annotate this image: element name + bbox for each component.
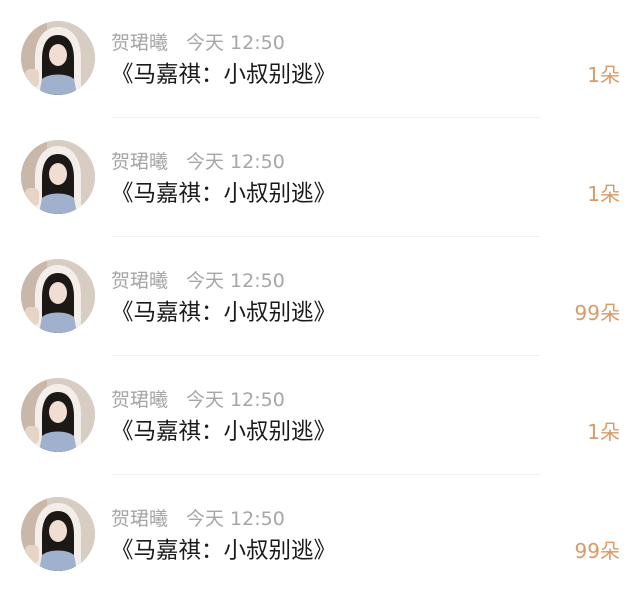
record-meta: 贺珺曦 今天 12:50: [111, 504, 285, 530]
avatar[interactable]: [21, 140, 95, 214]
divider: [111, 474, 540, 475]
record-meta: 贺珺曦 今天 12:50: [111, 266, 285, 292]
timestamp: 今天 12:50: [186, 150, 285, 173]
avatar[interactable]: [21, 21, 95, 95]
divider: [111, 117, 540, 118]
divider: [111, 236, 540, 237]
username[interactable]: 贺珺曦: [111, 504, 168, 531]
record-meta: 贺珺曦 今天 12:50: [111, 147, 285, 173]
username[interactable]: 贺珺曦: [111, 266, 168, 293]
timestamp: 今天 12:50: [186, 31, 285, 54]
list-item[interactable]: 贺珺曦 今天 12:50 《马嘉祺：小叔别逃》 1朵: [0, 0, 640, 118]
divider: [111, 355, 540, 356]
list-item[interactable]: 贺珺曦 今天 12:50 《马嘉祺：小叔别逃》 1朵: [0, 357, 640, 475]
work-title[interactable]: 《马嘉祺：小叔别逃》: [111, 58, 336, 92]
gift-record-list: 贺珺曦 今天 12:50 《马嘉祺：小叔别逃》 1朵 贺珺曦 今天 12:50 …: [0, 0, 640, 594]
flower-count: 1朵: [587, 420, 620, 444]
avatar[interactable]: [21, 378, 95, 452]
timestamp: 今天 12:50: [186, 388, 285, 411]
flower-count: 1朵: [587, 63, 620, 87]
list-item[interactable]: 贺珺曦 今天 12:50 《马嘉祺：小叔别逃》 99朵: [0, 238, 640, 356]
work-title[interactable]: 《马嘉祺：小叔别逃》: [111, 534, 336, 568]
timestamp: 今天 12:50: [186, 507, 285, 530]
record-meta: 贺珺曦 今天 12:50: [111, 28, 285, 54]
flower-count: 99朵: [574, 301, 620, 325]
work-title[interactable]: 《马嘉祺：小叔别逃》: [111, 177, 336, 211]
list-item[interactable]: 贺珺曦 今天 12:50 《马嘉祺：小叔别逃》 99朵: [0, 476, 640, 594]
list-item[interactable]: 贺珺曦 今天 12:50 《马嘉祺：小叔别逃》 1朵: [0, 119, 640, 237]
record-meta: 贺珺曦 今天 12:50: [111, 385, 285, 411]
username[interactable]: 贺珺曦: [111, 385, 168, 412]
flower-count: 99朵: [574, 539, 620, 563]
flower-count: 1朵: [587, 182, 620, 206]
avatar[interactable]: [21, 259, 95, 333]
avatar[interactable]: [21, 497, 95, 571]
username[interactable]: 贺珺曦: [111, 147, 168, 174]
timestamp: 今天 12:50: [186, 269, 285, 292]
work-title[interactable]: 《马嘉祺：小叔别逃》: [111, 296, 336, 330]
work-title[interactable]: 《马嘉祺：小叔别逃》: [111, 415, 336, 449]
username[interactable]: 贺珺曦: [111, 28, 168, 55]
